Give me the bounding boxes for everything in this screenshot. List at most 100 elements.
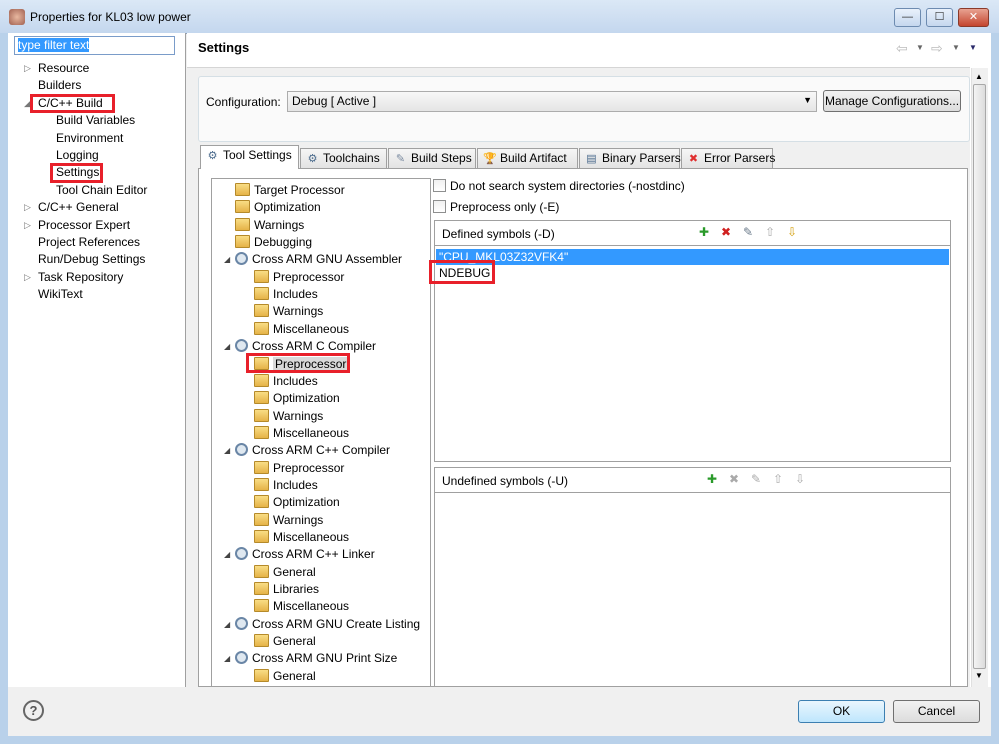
tree-item[interactable]: Debugging [235,234,312,251]
defined-symbols-list[interactable]: "CPU_MKL03Z32VFK4" NDEBUG [435,246,950,284]
edit-icon[interactable]: ✎ [749,472,763,488]
move-up-icon[interactable]: ⇧ [771,472,785,488]
move-down-icon[interactable]: ⇩ [785,225,799,241]
back-menu-icon[interactable]: ▼ [916,43,924,52]
move-down-icon[interactable]: ⇩ [793,472,807,488]
nav-item[interactable]: Settings [56,165,99,179]
tool-settings-tree[interactable]: Target Processor Optimization Warnings Debu… [211,178,431,687]
tree-item[interactable]: Cross ARM C Compiler [235,338,376,355]
nav-item[interactable]: Project References [38,235,140,249]
tree-item[interactable]: Preprocessor [254,269,344,286]
tab-binary-parsers[interactable]: ▤ Binary Parsers [579,148,681,168]
tree-item[interactable]: General [254,564,316,581]
tree-item[interactable]: Warnings [235,217,304,234]
nav-item[interactable]: Builders [38,78,81,92]
nav-item[interactable]: Task Repository [38,270,123,284]
add-icon[interactable]: ✚ [705,472,719,488]
tab-build-steps[interactable]: ✎ Build Steps [388,148,476,168]
cancel-button[interactable]: Cancel [893,700,980,723]
expand-arrow-icon[interactable]: ▷ [24,220,31,231]
maximize-button[interactable]: ☐ [926,8,953,27]
tree-item[interactable]: Target Processor [235,182,345,199]
help-button[interactable]: ? [23,700,44,721]
back-button[interactable]: ⇦ [896,40,908,57]
tree-item[interactable]: Optimization [235,199,321,216]
tree-item[interactable]: Miscellaneous [254,321,349,338]
list-item[interactable]: NDEBUG [436,265,949,281]
tree-item[interactable]: Cross ARM GNU Create Listing [235,616,420,633]
nav-item[interactable]: Processor Expert [38,218,130,232]
tab-error-parsers[interactable]: ✖ Error Parsers [681,148,775,168]
checkbox-box[interactable] [433,179,446,192]
nav-item[interactable]: Resource [38,61,89,75]
tree-item[interactable]: Cross ARM C++ Linker [235,546,375,563]
undefined-symbols-list[interactable] [435,493,950,683]
collapse-arrow-icon[interactable]: ◢ [224,342,230,351]
minimize-button[interactable]: — [894,8,921,27]
tree-item[interactable]: Warnings [254,512,323,529]
collapse-arrow-icon[interactable]: ◢ [224,654,230,663]
expand-arrow-icon[interactable]: ▷ [24,202,31,213]
edit-icon[interactable]: ✎ [741,225,755,241]
preprocess-only-checkbox[interactable]: Preprocess only (-E) [433,200,559,214]
nav-item[interactable]: Logging [56,148,99,162]
tree-item[interactable]: Optimization [254,390,340,407]
nav-item[interactable]: Environment [56,131,123,145]
collapse-arrow-icon[interactable]: ◢ [224,446,230,455]
nostdinc-checkbox[interactable]: Do not search system directories (-nostd… [433,179,685,193]
tree-item[interactable]: Optimization [254,494,340,511]
tree-item[interactable]: Cross ARM GNU Print Size [235,650,397,667]
delete-icon[interactable]: ✖ [719,225,733,241]
forward-button[interactable]: ⇨ [931,40,943,57]
nav-item[interactable]: C/C++ General [38,200,119,214]
tree-item[interactable]: Libraries [254,581,319,598]
folder-icon [235,217,250,231]
configuration-select[interactable]: Debug [ Active ] ▼ [287,91,817,112]
close-button[interactable]: ✕ [958,8,989,27]
list-item[interactable]: "CPU_MKL03Z32VFK4" [436,249,949,265]
tree-item[interactable]: Includes [254,477,318,494]
title-bar[interactable]: Properties for KL03 low power — ☐ ✕ [0,0,999,33]
tab-build-artifact[interactable]: 🏆 Build Artifact [477,148,578,168]
scrollbar-thumb[interactable] [973,84,986,669]
collapse-arrow-icon[interactable]: ◢ [24,98,31,109]
tree-item[interactable]: Warnings [254,408,323,425]
move-up-icon[interactable]: ⇧ [763,225,777,241]
tree-item[interactable]: Miscellaneous [254,529,349,546]
error-icon: ✖ [688,153,699,165]
ok-button[interactable]: OK [798,700,885,723]
nav-item[interactable]: Run/Debug Settings [38,252,145,266]
expand-arrow-icon[interactable]: ▷ [24,272,31,283]
nav-item[interactable]: Build Variables [56,113,135,127]
tree-item[interactable]: Miscellaneous [254,425,349,442]
delete-icon[interactable]: ✖ [727,472,741,488]
nav-item[interactable]: Tool Chain Editor [56,183,147,197]
view-menu-icon[interactable]: ▼ [969,43,977,52]
tree-item[interactable]: General [254,668,316,685]
tree-item[interactable]: Cross ARM C++ Compiler [235,442,390,459]
add-icon[interactable]: ✚ [697,225,711,241]
tree-item[interactable]: Preprocessor [254,356,349,373]
tab-toolchains[interactable]: ⚙ Toolchains [300,148,387,168]
folder-icon [254,304,269,318]
tree-item[interactable]: Warnings [254,303,323,320]
tree-item[interactable]: Includes [254,286,318,303]
checkbox-box[interactable] [433,200,446,213]
scroll-down-icon[interactable]: ▼ [975,671,983,680]
tree-item[interactable]: General [254,633,316,650]
manage-configurations-button[interactable]: Manage Configurations... [823,90,961,112]
collapse-arrow-icon[interactable]: ◢ [224,620,230,629]
tree-item[interactable]: Includes [254,373,318,390]
tree-item[interactable]: Miscellaneous [254,598,349,615]
expand-arrow-icon[interactable]: ▷ [24,63,31,74]
tree-item[interactable]: Preprocessor [254,460,344,477]
nav-item[interactable]: WikiText [38,287,83,301]
forward-menu-icon[interactable]: ▼ [952,43,960,52]
nav-item[interactable]: C/C++ Build [38,96,103,110]
tree-item[interactable]: Cross ARM GNU Assembler [235,251,402,268]
collapse-arrow-icon[interactable]: ◢ [224,550,230,559]
scroll-up-icon[interactable]: ▲ [975,72,983,81]
filter-input[interactable]: type filter text [14,36,175,55]
tab-tool-settings[interactable]: ⚙ Tool Settings [200,145,299,169]
collapse-arrow-icon[interactable]: ◢ [224,255,230,264]
